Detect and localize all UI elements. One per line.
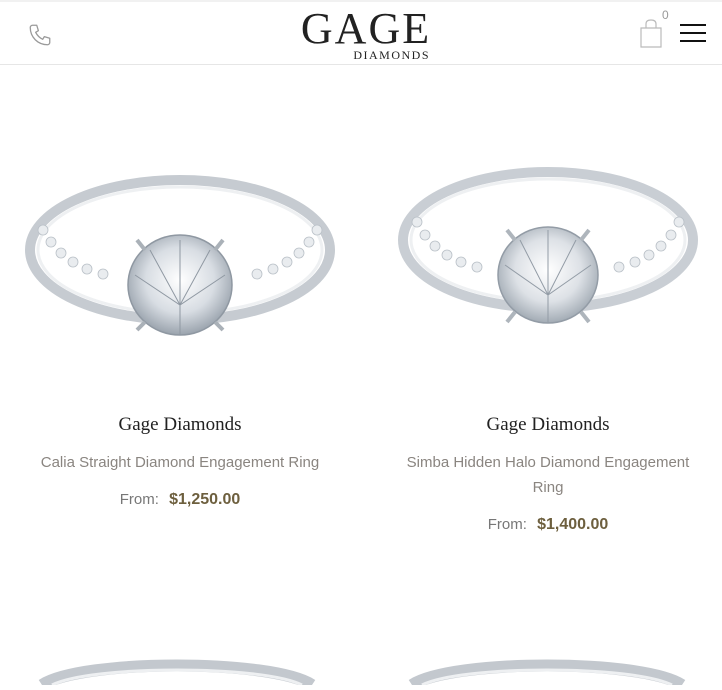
logo-subtitle: DIAMONDS bbox=[353, 48, 430, 62]
product-brand: Gage Diamonds bbox=[118, 414, 242, 435]
product-image[interactable] bbox=[393, 90, 703, 400]
product-image[interactable] bbox=[25, 90, 335, 400]
product-card[interactable]: Gage Diamonds Simba Hidden Halo Diamond … bbox=[378, 90, 718, 534]
ring-image bbox=[408, 659, 686, 690]
cart-icon[interactable] bbox=[638, 18, 664, 50]
product-image-partial[interactable] bbox=[22, 585, 332, 690]
product-price: $1,250.00 bbox=[169, 491, 241, 508]
phone-icon[interactable] bbox=[27, 22, 53, 48]
product-card[interactable]: Gage Diamonds Calia Straight Diamond Eng… bbox=[10, 90, 350, 509]
ring-image bbox=[38, 659, 316, 690]
product-price-line: From: $1,250.00 bbox=[10, 491, 350, 509]
product-name[interactable]: Simba Hidden Halo Diamond Engagement Rin… bbox=[398, 450, 698, 500]
product-name[interactable]: Calia Straight Diamond Engagement Ring bbox=[30, 450, 330, 475]
logo-wordmark: GAGE bbox=[300, 4, 432, 53]
ring-image bbox=[25, 175, 335, 336]
product-brand: Gage Diamonds bbox=[486, 414, 610, 435]
price-prefix: From: bbox=[487, 516, 527, 533]
product-price: $1,400.00 bbox=[537, 516, 609, 533]
site-logo[interactable]: GAGE DIAMONDS bbox=[296, 4, 436, 63]
cart-count-badge: 0 bbox=[662, 8, 669, 22]
ring-image bbox=[398, 167, 698, 324]
site-header: GAGE DIAMONDS 0 bbox=[0, 2, 722, 65]
product-price-line: From: $1,400.00 bbox=[378, 516, 718, 534]
menu-icon[interactable] bbox=[680, 24, 706, 44]
price-prefix: From: bbox=[119, 491, 159, 508]
product-image-partial[interactable] bbox=[392, 585, 702, 690]
